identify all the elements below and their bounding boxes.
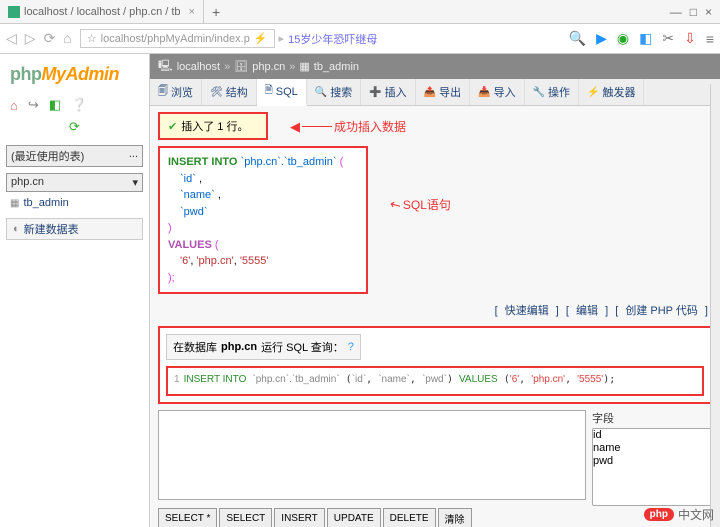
breadcrumb-table[interactable]: tb_admin <box>314 61 359 73</box>
nav-reload-icon[interactable]: ⟳ <box>44 30 56 47</box>
nav-back-icon[interactable]: ◁ <box>6 30 17 47</box>
scrollbar[interactable] <box>710 84 720 527</box>
tab-favicon <box>8 6 20 18</box>
tab-icon: 🗐 <box>158 84 168 101</box>
nav-table-tb-admin[interactable]: tb_admin <box>4 194 145 212</box>
recent-tables-select[interactable]: (最近使用的表) ... <box>6 145 143 167</box>
browser-toolbar: ◁ ▷ ⟳ ⌂ ☆ localhost/phpMyAdmin/index.p ⚡… <box>0 24 720 54</box>
new-tab-button[interactable]: + <box>204 4 228 20</box>
toolbar-download-icon[interactable]: ⇩ <box>684 30 696 47</box>
sql-query-preview: 1INSERT INTO `php.cn`.`tb_admin` (`id`, … <box>166 366 704 396</box>
watermark: php 中文网 <box>644 506 714 523</box>
tab-title: localhost / localhost / php.cn / tb <box>24 6 181 18</box>
breadcrumb-bar: 🖳 localhost » 🗄 php.cn » ▦ tb_admin <box>150 54 720 79</box>
sql-btn--[interactable]: 清除 <box>438 508 472 527</box>
addr-flash-icon: ⚡ <box>254 32 268 45</box>
tab-触发器[interactable]: ⚡触发器 <box>579 79 644 105</box>
query-icon[interactable]: ◧ <box>49 97 61 113</box>
tab-结构[interactable]: 🛠结构 <box>202 79 257 105</box>
breadcrumb-db[interactable]: php.cn <box>252 61 285 73</box>
tab-搜索[interactable]: 🔍搜索 <box>307 79 361 105</box>
executed-sql-display: INSERT INTO `php.cn`.`tb_admin` ( `id` ,… <box>158 146 368 294</box>
tab-icon: ➕ <box>369 87 381 98</box>
window-close[interactable]: × <box>705 5 712 19</box>
toolbar-cut-icon[interactable]: ✂ <box>662 30 674 47</box>
tab-icon: 📤 <box>424 87 436 98</box>
breadcrumb-server[interactable]: localhost <box>177 61 220 73</box>
sql-buttons-row: SELECT *SELECTINSERTUPDATEDELETE清除 <box>158 508 712 527</box>
tab-icon: ⚡ <box>587 87 599 98</box>
help-icon[interactable]: ? <box>348 341 354 353</box>
table-icon: ▦ <box>299 60 309 73</box>
tab-浏览[interactable]: 🗐浏览 <box>150 79 202 105</box>
field-option[interactable]: name <box>593 442 711 455</box>
sql-btn-delete[interactable]: DELETE <box>383 508 436 527</box>
home-icon[interactable]: ⌂ <box>10 98 18 113</box>
fields-list[interactable]: idnamepwd <box>592 428 712 506</box>
address-text: localhost/phpMyAdmin/index.p <box>101 33 250 45</box>
sql-btn-update[interactable]: UPDATE <box>327 508 381 527</box>
reload-nav-icon[interactable]: ⟳ <box>69 119 80 135</box>
db-icon: 🗄 <box>234 60 248 73</box>
content-area: 🖳 localhost » 🗄 php.cn » ▦ tb_admin 🗐浏览🛠… <box>150 54 720 527</box>
sql-editor-textarea[interactable] <box>158 410 586 500</box>
logout-icon[interactable]: ↪ <box>28 97 39 113</box>
sql-btn-insert[interactable]: INSERT <box>274 508 325 527</box>
sql-btn-select[interactable]: SELECT <box>219 508 272 527</box>
sql-query-panel: 在数据库 php.cn 运行 SQL 查询： ? 1INSERT INTO `p… <box>158 326 712 404</box>
annotation-success: ◀ 成功插入数据 <box>290 118 406 135</box>
phpmyadmin-logo: phpMyAdmin <box>4 60 145 95</box>
address-bar[interactable]: ☆ localhost/phpMyAdmin/index.p ⚡ <box>80 29 275 48</box>
tab-导入[interactable]: 📥导入 <box>470 79 524 105</box>
quick-edit-inline[interactable]: 快速编辑 <box>505 305 549 317</box>
check-icon: ✔ <box>168 120 177 133</box>
nav-home-icon[interactable]: ⌂ <box>63 30 71 47</box>
query-panel-title: 在数据库 php.cn 运行 SQL 查询： ? <box>166 334 361 360</box>
browser-tab[interactable]: localhost / localhost / php.cn / tb × <box>0 0 204 23</box>
annotation-sql: ↖ SQL语句 <box>390 196 451 213</box>
tab-icon: 🔍 <box>315 87 327 98</box>
tab-操作[interactable]: 🔧操作 <box>525 79 579 105</box>
content-tabs: 🗐浏览🛠结构🗎SQL🔍搜索➕插入📤导出📥导入🔧操作⚡触发器 <box>150 79 720 106</box>
server-icon: 🖳 <box>158 57 173 76</box>
browser-tab-strip: localhost / localhost / php.cn / tb × + … <box>0 0 720 24</box>
success-text: 插入了 1 行。 <box>181 118 248 134</box>
sql-quick-links: [ 快速编辑 ] [ 编辑 ] [ 创建 PHP 代码 ] <box>150 300 720 320</box>
tab-插入[interactable]: ➕插入 <box>361 79 415 105</box>
window-controls: — □ × <box>662 5 720 19</box>
fields-panel: 字段 idnamepwd <box>592 410 712 506</box>
tab-icon: 🗎 <box>265 83 273 100</box>
sidebar: phpMyAdmin ⌂ ↪ ◧ ❔ ⟳ (最近使用的表) ... php.cn… <box>0 54 150 527</box>
breadcrumb-sep-icon: ▸ <box>279 32 285 45</box>
database-select[interactable]: php.cn ▾ <box>6 173 143 192</box>
quick-create-php[interactable]: 创建 PHP 代码 <box>625 305 698 317</box>
bookmark-icon[interactable]: ☆ <box>87 32 97 45</box>
tab-icon: 🔧 <box>533 87 545 98</box>
toolbar-chat-icon[interactable]: ◉ <box>617 30 629 47</box>
tab-close-icon[interactable]: × <box>189 6 195 18</box>
toolbar-capture-icon[interactable]: ◧ <box>639 30 652 47</box>
tab-导出[interactable]: 📤导出 <box>416 79 470 105</box>
success-message: ✔ 插入了 1 行。 <box>158 112 268 140</box>
toolbar-menu-icon[interactable]: ≡ <box>706 31 714 47</box>
sql-btn-select-[interactable]: SELECT * <box>158 508 217 527</box>
toolbar-search-icon[interactable]: 🔍 <box>569 30 586 47</box>
tab-icon: 🛠 <box>210 87 223 98</box>
trending-news-link[interactable]: 15岁少年恐吓继母 <box>288 31 377 47</box>
window-minimize[interactable]: — <box>670 5 682 19</box>
window-maximize[interactable]: □ <box>690 5 697 19</box>
fields-header: 字段 <box>592 410 712 426</box>
quick-edit[interactable]: 编辑 <box>576 305 598 317</box>
nav-forward-icon[interactable]: ▷ <box>25 30 36 47</box>
docs-icon[interactable]: ❔ <box>71 97 87 113</box>
toolbar-play-icon[interactable]: ▶ <box>596 30 607 47</box>
tab-icon: 📥 <box>478 87 490 98</box>
new-table-button[interactable]: 新建数据表 <box>6 218 143 240</box>
tab-SQL[interactable]: 🗎SQL <box>257 79 307 106</box>
field-option[interactable]: id <box>593 429 711 442</box>
field-option[interactable]: pwd <box>593 455 711 468</box>
